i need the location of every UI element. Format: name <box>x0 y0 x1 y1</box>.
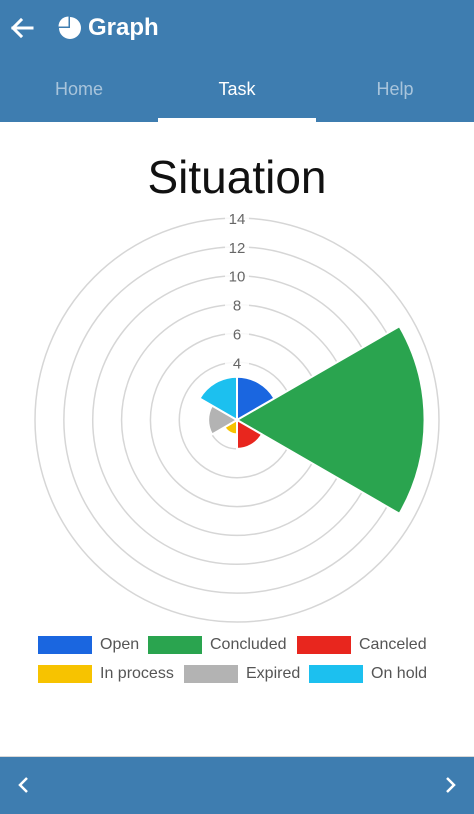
legend-item[interactable]: On hold <box>309 661 427 687</box>
legend-swatch <box>184 665 238 683</box>
legend-label: Canceled <box>359 636 427 653</box>
legend-item[interactable]: In process <box>38 661 174 687</box>
tick-label: 4 <box>233 355 241 372</box>
tick-label: 14 <box>229 211 246 228</box>
chevron-left-icon <box>18 777 28 793</box>
legend-label: On hold <box>371 665 428 682</box>
chevron-right-icon <box>446 777 456 793</box>
polar-area-chart: 4 6 8 10 12 14 <box>34 209 440 623</box>
legend-label: Concluded <box>210 636 287 653</box>
tick-label: 6 <box>233 326 241 343</box>
tick-label: 10 <box>229 269 246 286</box>
bottom-nav-bar <box>0 756 474 814</box>
legend-label: In process <box>100 665 174 682</box>
legend-swatch <box>38 636 92 654</box>
legend-swatch <box>148 636 202 654</box>
legend-label: Expired <box>246 665 301 682</box>
legend-swatch <box>297 636 351 654</box>
next-button[interactable] <box>432 767 468 803</box>
tick-label: 12 <box>229 240 246 257</box>
previous-button[interactable] <box>6 767 42 803</box>
legend-item[interactable]: Concluded <box>148 632 287 658</box>
legend-item[interactable]: Expired <box>184 661 300 687</box>
legend-swatch <box>309 665 363 683</box>
legend-item[interactable]: Canceled <box>297 632 427 658</box>
slice-concluded <box>235 324 426 516</box>
legend-label: Open <box>100 636 140 653</box>
legend-item[interactable]: Open <box>38 632 139 658</box>
tick-label: 8 <box>233 298 241 315</box>
legend-swatch <box>38 665 92 683</box>
